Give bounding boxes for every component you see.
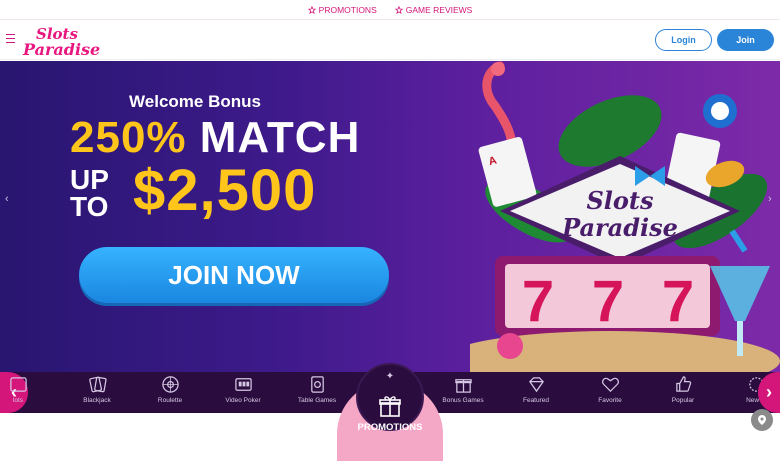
welcome-bonus-title: Welcome Bonus [129, 92, 261, 111]
hamburger-menu-icon[interactable] [6, 34, 15, 43]
bonus-amount: $2,500 [133, 158, 317, 223]
slots-icon [9, 377, 27, 392]
hero-prev-arrow-icon[interactable]: ‹ [5, 193, 9, 205]
join-now-button[interactable]: JOIN NOW [79, 247, 389, 303]
bonus-games-icon [454, 379, 472, 393]
match-headline: 250% MATCH [70, 113, 360, 163]
category-roulette[interactable]: Roulette [140, 375, 200, 411]
promotions-link-label: PROMOTIONS [318, 4, 377, 15]
game-reviews-link-label: GAME REVIEWS [405, 4, 473, 15]
login-button[interactable]: Login [655, 29, 712, 51]
popular-icon [675, 376, 691, 392]
category-favorite[interactable]: Favorite [580, 375, 640, 411]
reel-symbol-1: 7 [522, 269, 554, 334]
category-bonus-games[interactable]: Bonus Games [433, 375, 493, 411]
reel-symbol-3: 7 [662, 269, 694, 334]
category-label: Favorite [598, 397, 622, 404]
table-games-icon [310, 376, 324, 393]
art-logo-line1: Slots [586, 186, 654, 215]
category-label: lots [12, 397, 24, 404]
match-percent: 250% [70, 113, 187, 162]
logo-line2: Paradise [22, 40, 100, 58]
roulette-icon [161, 376, 179, 393]
art-logo-line2: Paradise [561, 213, 678, 242]
location-pin-icon[interactable] [751, 409, 773, 431]
site-logo[interactable]: Slots Paradise [22, 24, 122, 58]
featured-icon [528, 377, 544, 393]
category-label: Featured [522, 397, 550, 404]
up-to-label: UP TO [70, 164, 109, 222]
star-icon [307, 5, 316, 14]
top-links-strip: PROMOTIONS GAME REVIEWS [0, 0, 780, 19]
category-label: Popular [671, 397, 695, 404]
category-popular[interactable]: Popular [653, 375, 713, 411]
category-featured[interactable]: Featured [506, 375, 566, 411]
category-label: Bonus Games [442, 397, 484, 404]
video-poker-icon [234, 378, 252, 391]
blackjack-icon [88, 376, 107, 393]
category-label: Video Poker [225, 397, 261, 404]
promotions-tab-label: PROMOTIONS [357, 422, 423, 433]
game-reviews-link[interactable]: GAME REVIEWS [394, 4, 473, 15]
category-video-poker[interactable]: Video Poker [213, 375, 273, 411]
category-slots[interactable]: lots [0, 375, 48, 411]
category-table-games[interactable]: Table Games [287, 375, 347, 411]
star-icon [394, 5, 403, 14]
match-word: MATCH [186, 113, 361, 162]
category-label: Table Games [297, 397, 337, 404]
slots-paradise-hero-art: A Slots Paradise 7 7 7 [470, 61, 780, 372]
site-header: Slots Paradise Login Join [0, 19, 780, 60]
category-label: Blackjack [83, 397, 111, 404]
promotions-link[interactable]: PROMOTIONS [307, 4, 377, 15]
category-label: Roulette [157, 397, 183, 404]
reel-symbol-2: 7 [592, 269, 624, 334]
hero-banner[interactable]: ‹ › Welcome Bonus 250% MATCH UP TO $2,500… [0, 61, 780, 372]
favorite-icon [601, 377, 619, 393]
gift-icon [379, 396, 401, 417]
category-blackjack[interactable]: Blackjack [67, 375, 127, 411]
join-button[interactable]: Join [717, 29, 774, 51]
